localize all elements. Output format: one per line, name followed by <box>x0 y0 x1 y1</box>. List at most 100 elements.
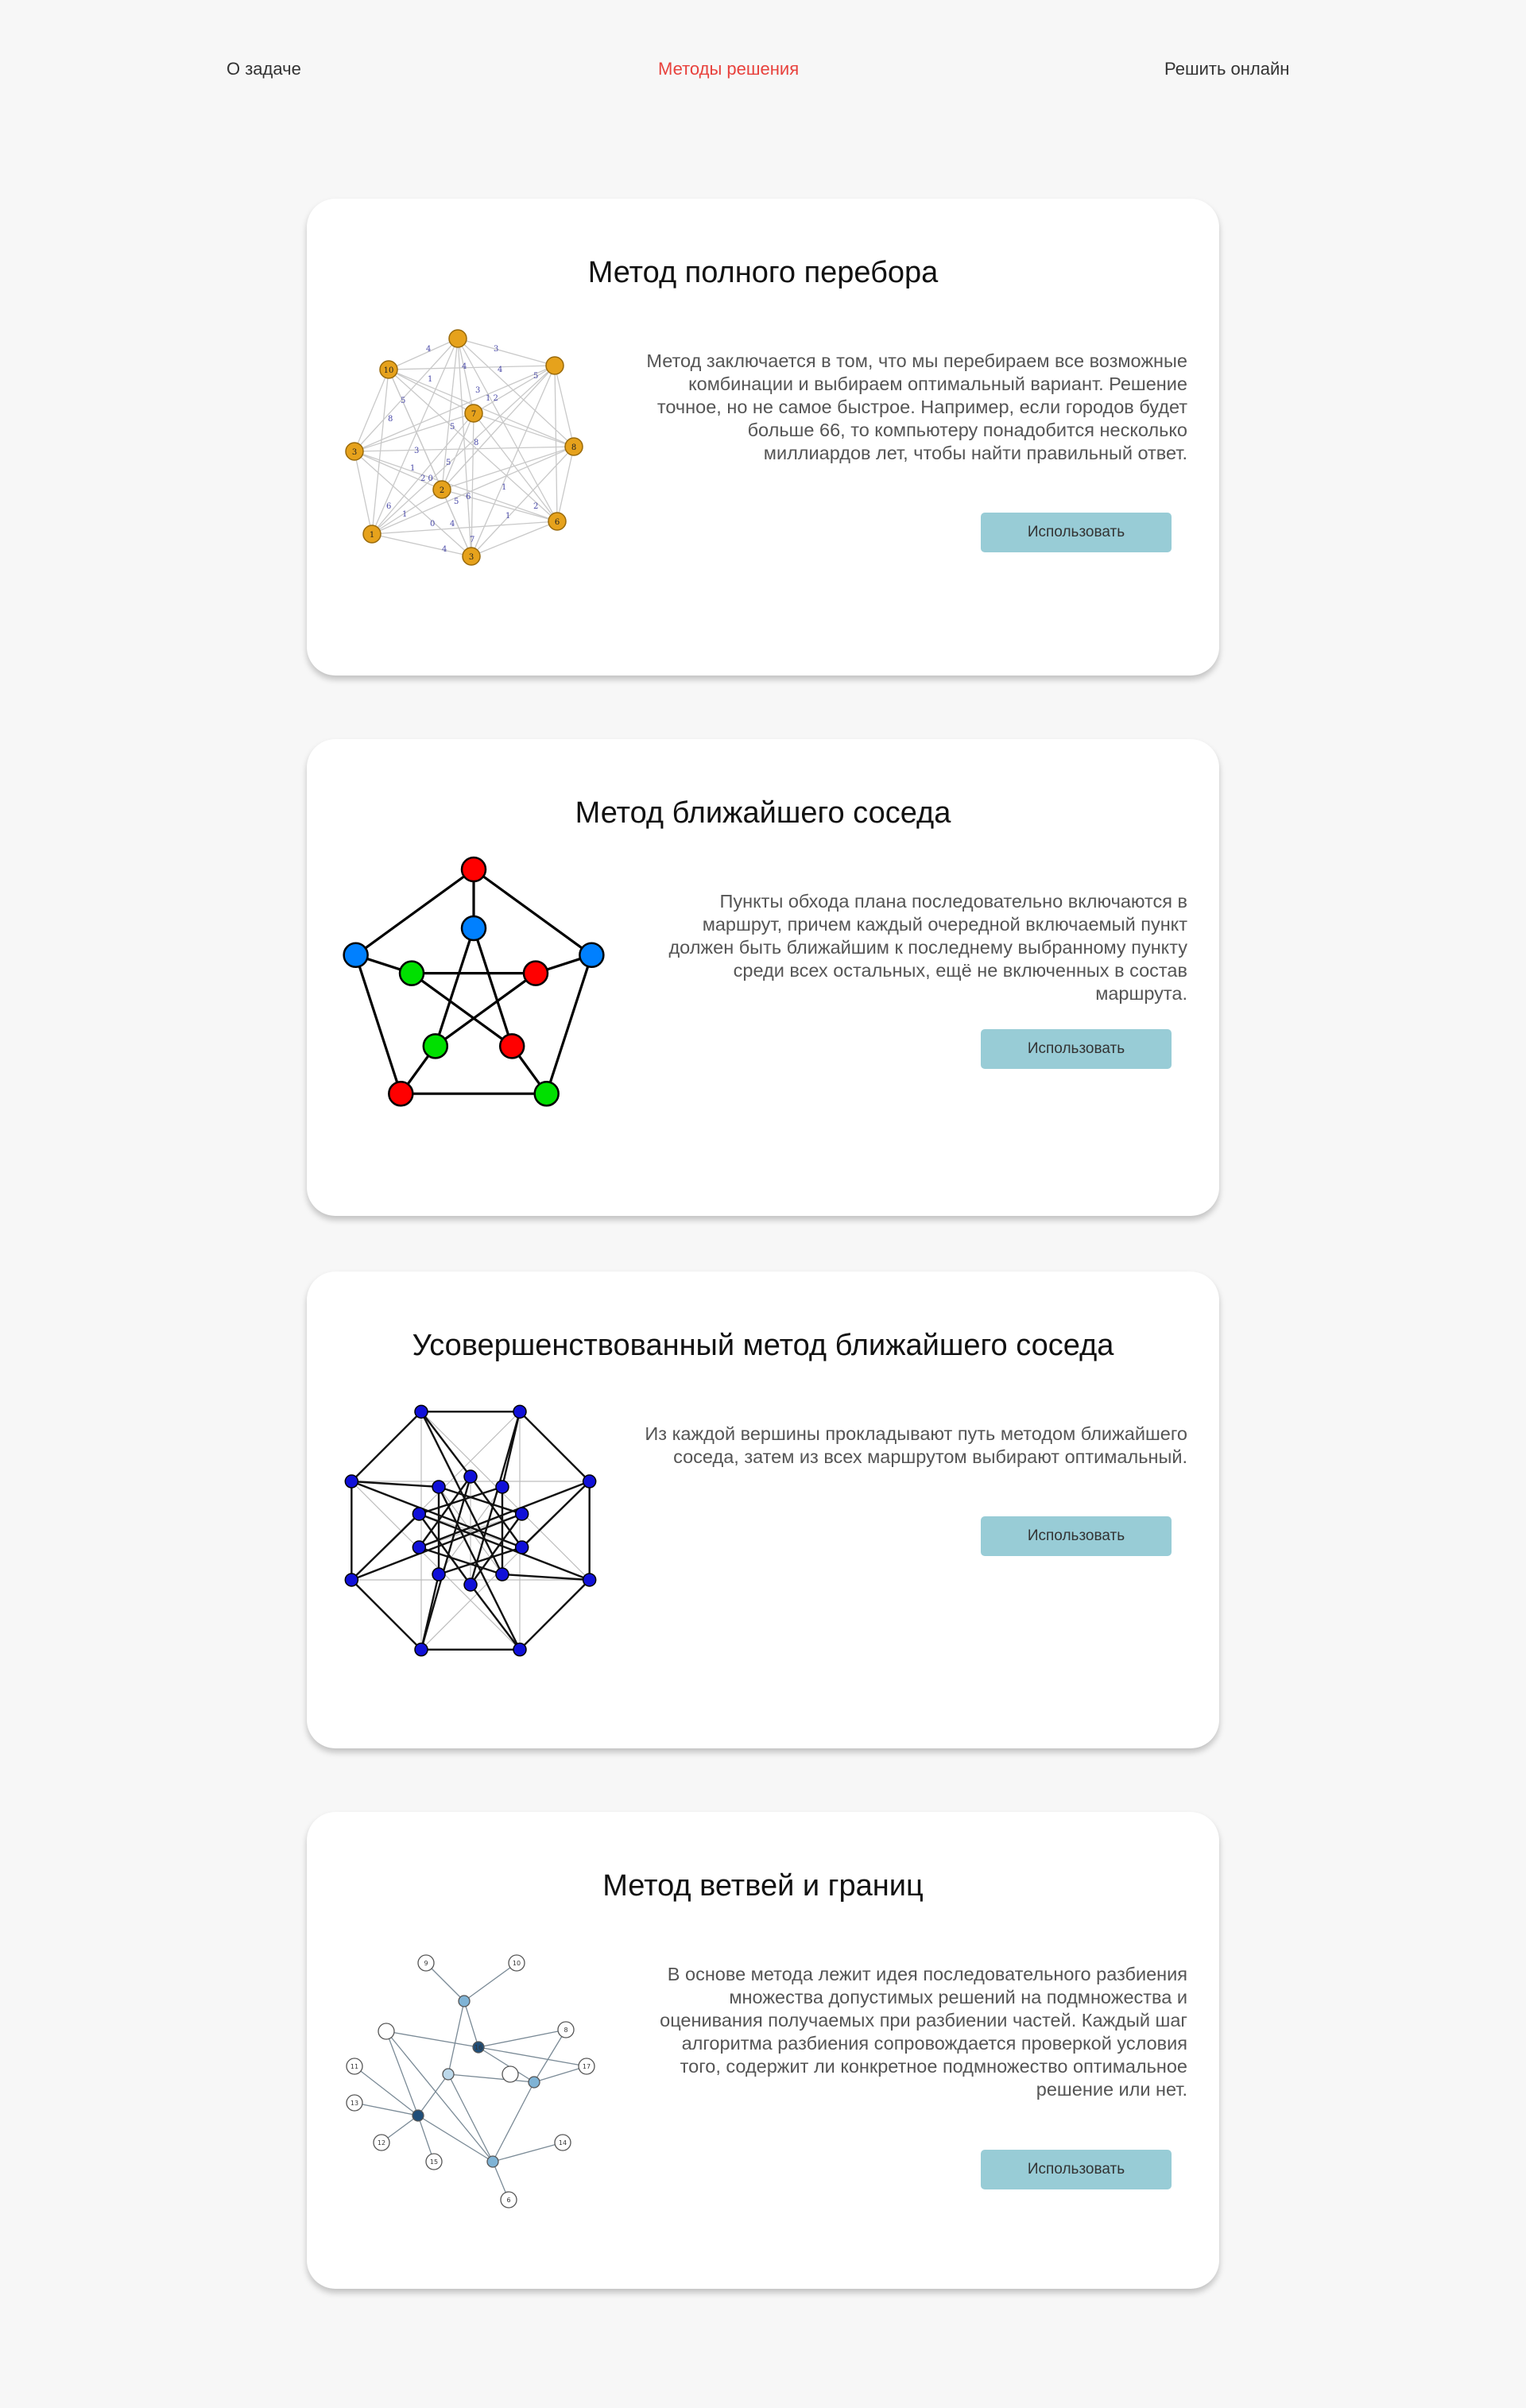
graph-node-label: 8 <box>564 2027 567 2034</box>
edge-weight-label: 4 <box>462 362 467 371</box>
graph-node <box>458 1995 471 2007</box>
petersen-graph-illustration <box>343 856 605 1107</box>
graph-node <box>344 1474 359 1489</box>
edge-weight-label: 6 <box>466 493 471 501</box>
graph-node <box>422 1033 449 1059</box>
method-title: Метод ветвей и границ <box>602 1869 924 1903</box>
graph-edge <box>420 1411 471 1477</box>
edge-weight-label: 5 <box>450 423 455 432</box>
method-card-brute-force: Метод полного перебора 43445131 25583812… <box>307 199 1219 676</box>
method-card-branch-and-bound: Метод ветвей и границ 9 10 8 16 11 13 17 12 15 14… <box>307 1812 1219 2289</box>
graph-node-label: 7 <box>471 410 476 419</box>
graph-edge <box>388 369 443 490</box>
graph-node-label: 6 <box>555 518 560 527</box>
graph-node <box>412 1507 427 1521</box>
edge-weight-label: 5 <box>446 459 451 467</box>
graph-edge <box>351 1513 420 1581</box>
graph-node-label: 8 <box>571 443 576 452</box>
use-nearest-neighbor-button[interactable]: Использовать <box>981 1029 1172 1069</box>
method-title: Метод полного перебора <box>587 256 939 289</box>
graph-node <box>495 1567 509 1581</box>
graph-node <box>388 1080 414 1107</box>
edge-weight-label: 1 <box>505 512 510 521</box>
graph-node-label: 2 <box>440 486 444 495</box>
graph-edge <box>463 2000 479 2048</box>
graph-node-label: 3 <box>352 448 357 457</box>
edge-weight-label: 8 <box>474 439 478 447</box>
method-description: Из каждой вершины прокладывают путь мето… <box>645 1423 1187 1467</box>
graph-node-label: 12 <box>378 2139 385 2147</box>
graph-edge <box>417 2073 449 2116</box>
graph-edge <box>354 2102 419 2116</box>
graph-edge <box>354 868 474 957</box>
graph-edge <box>492 2142 564 2162</box>
graph-node <box>463 1469 478 1484</box>
edge-weight-label: 5 <box>533 372 538 381</box>
edge-weight-label: 8 <box>388 415 393 424</box>
edge-weight-label: 1 <box>402 510 407 519</box>
graph-edge <box>470 1584 521 1651</box>
graph-edge <box>388 365 556 370</box>
use-improved-nearest-neighbor-button[interactable]: Использовать <box>981 1516 1172 1556</box>
graph-edge <box>545 954 593 1094</box>
star-graph-illustration <box>344 1404 597 1657</box>
graph-edge <box>478 2029 567 2048</box>
graph-node <box>495 1480 509 1494</box>
graph-edge <box>472 927 513 1047</box>
edge-weight-label: 6 <box>386 502 391 511</box>
graph-edge <box>354 451 373 535</box>
method-description: Метод заключается в том, что мы перебира… <box>646 350 1187 463</box>
use-brute-force-button[interactable]: Использовать <box>981 513 1172 552</box>
edge-weight-label: 2 0 <box>420 474 433 483</box>
graph-edge <box>354 451 443 490</box>
method-card-nearest-neighbor: Метод ближайшего соседа Пункты обхода пл… <box>307 739 1219 1216</box>
tree-graph-illustration: 9 10 8 16 11 13 17 12 15 14 6 <box>346 1954 595 2209</box>
graph-node <box>414 1642 428 1657</box>
graph-edge <box>473 868 593 957</box>
use-branch-and-bound-button[interactable]: Использовать <box>981 2150 1172 2189</box>
graph-node <box>460 915 487 942</box>
graph-node-label: 6 <box>506 2197 510 2204</box>
edge-weight-label: 0 <box>430 520 435 528</box>
edge-weight-label: 7 <box>470 536 474 544</box>
graph-edge <box>420 1411 591 1581</box>
nav-methods-link[interactable]: Методы решения <box>658 59 799 79</box>
graph-node-label: 13 <box>351 2100 358 2107</box>
edge-weight-label: 4 <box>442 545 447 554</box>
graph-edge <box>447 2073 535 2083</box>
graph-edge <box>354 954 402 1094</box>
graph-edge <box>437 1486 521 1651</box>
graph-node-label: 15 <box>430 2158 438 2166</box>
graph-edge <box>463 1962 517 2002</box>
graph-edge <box>371 533 472 557</box>
graph-node <box>498 1033 525 1059</box>
graph-edge <box>434 972 536 1047</box>
edge-weight-label: 4 <box>498 366 502 374</box>
nav-about-link[interactable]: О задаче <box>227 59 301 79</box>
graph-node <box>513 1642 527 1657</box>
edge-weight-label: 4 <box>450 520 455 528</box>
edge-weight-label: 5 <box>454 497 459 506</box>
nav-solve-online-link[interactable]: Решить онлайн <box>1164 59 1289 79</box>
graph-node <box>582 1474 597 1489</box>
graph-node <box>442 2068 455 2081</box>
edge-weight-label: 3 <box>494 345 498 354</box>
edge-weight-label: 5 <box>401 397 405 405</box>
graph-edge <box>351 1411 422 1482</box>
graph-edge <box>556 446 575 522</box>
graph-edge <box>420 1411 504 1575</box>
graph-edge <box>351 1579 422 1651</box>
graph-node-label: 10 <box>513 1960 521 1967</box>
graph-edge <box>478 2046 587 2067</box>
graph-edge <box>411 972 513 1047</box>
graph-edge <box>351 1481 521 1651</box>
graph-node <box>514 1507 529 1521</box>
graph-edge <box>492 2081 535 2162</box>
graph-node <box>486 2155 499 2168</box>
graph-edge <box>471 412 474 557</box>
graph-node-label: 11 <box>351 2063 358 2070</box>
graph-node-label: 3 <box>469 553 474 562</box>
graph-node <box>513 1404 527 1419</box>
graph-edge <box>371 365 556 535</box>
edge-weight-label: 3 <box>475 386 480 395</box>
